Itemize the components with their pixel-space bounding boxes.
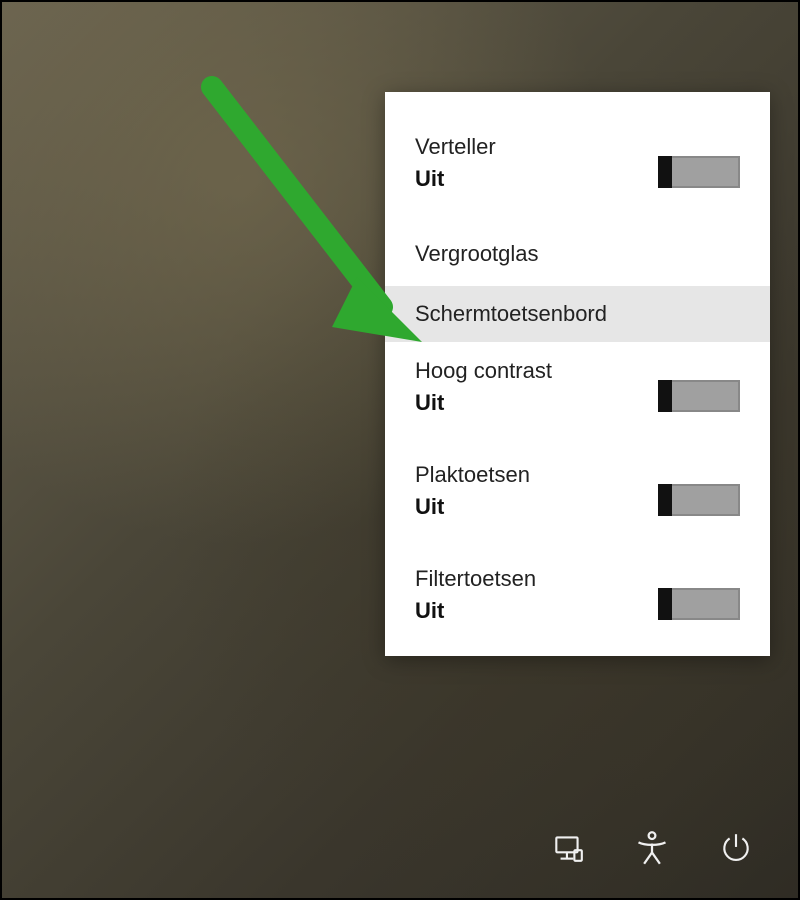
accessibility-flyout: Verteller Uit Vergrootglas Schermtoetsen… xyxy=(385,92,770,656)
menu-item-label: Schermtoetsenbord xyxy=(415,301,607,327)
menu-item-filtertoetsen[interactable]: Filtertoetsen Uit xyxy=(385,554,770,636)
menu-item-schermtoetsenbord[interactable]: Schermtoetsenbord xyxy=(385,286,770,342)
network-icon[interactable] xyxy=(546,826,590,870)
toggle-verteller[interactable] xyxy=(658,156,740,188)
menu-item-label: Hoog contrast xyxy=(415,358,552,384)
toggle-plaktoetsen[interactable] xyxy=(658,484,740,516)
menu-item-status: Uit xyxy=(415,598,536,624)
menu-item-label: Vergrootglas xyxy=(415,241,539,267)
menu-item-plaktoetsen[interactable]: Plaktoetsen Uit xyxy=(385,450,770,532)
toggle-hoog-contrast[interactable] xyxy=(658,380,740,412)
menu-item-status: Uit xyxy=(415,390,552,416)
system-tray xyxy=(546,826,758,870)
accessibility-icon[interactable] xyxy=(630,826,674,870)
power-icon[interactable] xyxy=(714,826,758,870)
menu-item-hoog-contrast[interactable]: Hoog contrast Uit xyxy=(385,346,770,428)
toggle-filtertoetsen[interactable] xyxy=(658,588,740,620)
menu-item-label: Plaktoetsen xyxy=(415,462,530,488)
menu-item-label: Filtertoetsen xyxy=(415,566,536,592)
menu-item-status: Uit xyxy=(415,494,530,520)
menu-item-vergrootglas[interactable]: Vergrootglas xyxy=(385,226,770,282)
menu-item-label: Verteller xyxy=(415,134,496,160)
menu-item-verteller[interactable]: Verteller Uit xyxy=(385,122,770,204)
menu-item-status: Uit xyxy=(415,166,496,192)
